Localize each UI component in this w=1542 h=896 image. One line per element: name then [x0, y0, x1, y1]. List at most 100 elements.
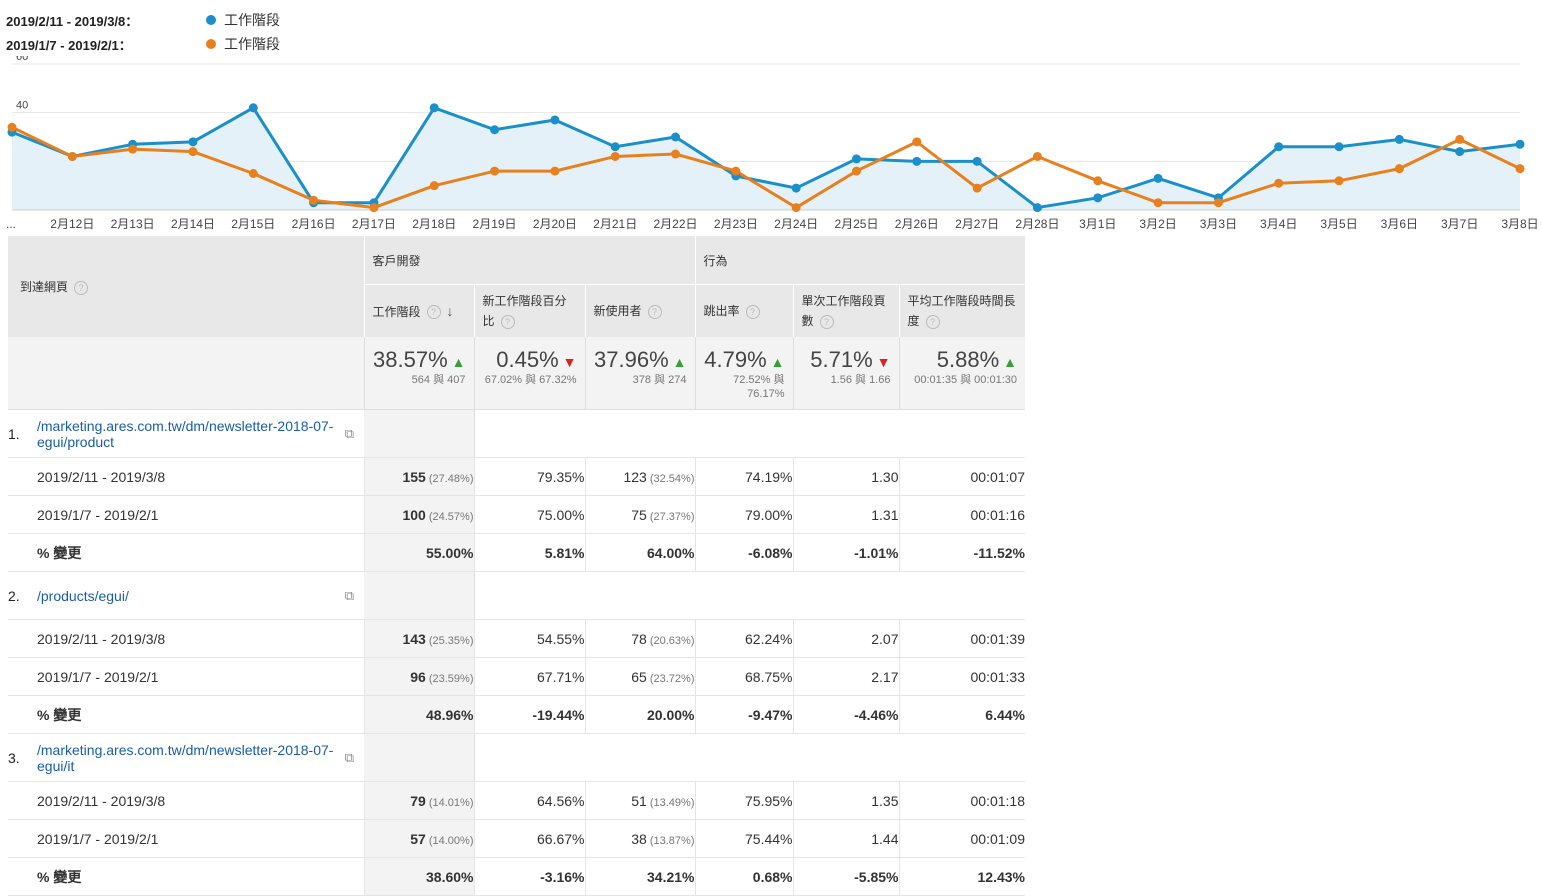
sessions-cell: 143 (25.35%)	[363, 619, 474, 658]
data-point[interactable]	[912, 137, 922, 147]
data-point[interactable]	[671, 132, 681, 142]
data-point[interactable]	[1093, 193, 1103, 203]
data-point[interactable]	[248, 169, 258, 178]
x-tick-label: 2月14日	[171, 217, 215, 231]
sessions-cell-value: 57	[410, 830, 426, 847]
open-page-icon[interactable]: ⧉	[337, 426, 364, 442]
arrow-down-icon: ▼	[876, 354, 891, 370]
column-header-pages-per-session[interactable]: 單次工作階段頁數?	[792, 284, 899, 337]
data-point[interactable]	[7, 122, 17, 132]
sessions-cell: 57 (14.00%)	[363, 819, 474, 858]
new-session-pct-cell: 64.56%	[473, 781, 585, 820]
sessions-cell-percent: (25.35%)	[425, 634, 474, 647]
open-page-icon[interactable]: ⧉	[337, 588, 364, 604]
data-point[interactable]	[1394, 164, 1404, 174]
sessions-line-chart[interactable]: 604020...2月12日2月13日2月14日2月15日2月16日2月17日2…	[0, 56, 1542, 234]
data-point[interactable]	[1274, 142, 1284, 152]
column-header-new-session-pct[interactable]: 新工作階段百分比?	[473, 284, 585, 337]
help-icon[interactable]: ?	[426, 305, 441, 320]
data-point[interactable]	[671, 149, 681, 159]
open-page-icon[interactable]: ⧉	[337, 750, 364, 766]
date-range-label: 2019/2/11 - 2019/3/8	[8, 781, 364, 820]
help-icon[interactable]: ?	[74, 280, 89, 295]
data-point[interactable]	[1394, 134, 1404, 144]
data-point[interactable]	[731, 166, 741, 176]
sessions-cell-percent: (27.48%)	[425, 472, 474, 485]
new-session-pct-cell: -3.16%	[473, 857, 585, 896]
page-cell: 2. /products/egui/⧉	[8, 571, 364, 620]
data-point[interactable]	[1093, 176, 1103, 186]
data-point[interactable]	[309, 195, 319, 205]
data-point[interactable]	[610, 151, 620, 161]
new-users-cell: 34.21%	[584, 857, 695, 896]
data-point[interactable]	[1274, 178, 1284, 188]
new-session-pct-cell: -19.44%	[473, 695, 585, 734]
data-point[interactable]	[851, 166, 861, 176]
data-point[interactable]	[128, 144, 138, 154]
new-session-pct-cell-value: 75.00%	[537, 506, 585, 523]
column-header-bounce-rate[interactable]: 跳出率?	[694, 284, 793, 337]
data-point[interactable]	[791, 183, 801, 193]
data-point[interactable]	[851, 154, 861, 164]
column-header-new-users[interactable]: 新使用者?	[584, 284, 695, 337]
data-point[interactable]	[429, 103, 439, 113]
help-icon[interactable]: ?	[745, 304, 760, 319]
new-users-cell: 64.00%	[584, 533, 695, 572]
help-icon[interactable]: ?	[925, 314, 940, 329]
new-session-pct-cell-value: 67.71%	[537, 668, 585, 685]
data-point[interactable]	[1334, 176, 1344, 186]
new-session-pct-cell-value: 66.67%	[537, 830, 585, 847]
data-point[interactable]	[1032, 203, 1042, 213]
data-point[interactable]	[490, 125, 500, 135]
new-session-pct-cell: 66.67%	[473, 819, 585, 858]
data-point[interactable]	[490, 166, 500, 176]
column-header-avg-duration[interactable]: 平均工作階段時間長度?	[898, 284, 1025, 337]
x-tick-label: 3月8日	[1501, 217, 1538, 231]
sessions-cell: 100 (24.57%)	[363, 495, 474, 534]
landing-page-link[interactable]: /marketing.ares.com.tw/dm/newsletter-201…	[37, 742, 337, 774]
data-point[interactable]	[1455, 147, 1465, 157]
column-header-sessions[interactable]: 工作階段? ↓	[363, 284, 474, 337]
data-point[interactable]	[1032, 151, 1042, 161]
data-point[interactable]	[1455, 134, 1465, 144]
landing-page-link[interactable]: /marketing.ares.com.tw/dm/newsletter-201…	[37, 418, 337, 450]
data-point[interactable]	[550, 115, 560, 125]
data-point[interactable]	[429, 181, 439, 191]
data-point[interactable]	[188, 137, 198, 147]
sort-arrow-down-icon[interactable]: ↓	[447, 303, 454, 319]
page-cell: 3. /marketing.ares.com.tw/dm/newsletter-2…	[8, 733, 364, 782]
date-range-row: 2019/2/11 - 2019/3/8 155 (27.48%) 79.35% 12…	[8, 457, 1025, 496]
data-point[interactable]	[1334, 142, 1344, 152]
data-point[interactable]	[1515, 139, 1525, 149]
date-range-row: 2019/1/7 - 2019/2/1 96 (23.59%) 67.71% 65 (…	[8, 657, 1025, 696]
date-range-row: 2019/2/11 - 2019/3/8 143 (25.35%) 54.55% 78…	[8, 619, 1025, 658]
dimension-header[interactable]: 到達網頁?	[8, 236, 364, 337]
legend-item-current[interactable]: 2019/2/11 - 2019/3/8： 工作階段	[6, 8, 280, 32]
totals-compare: 67.02% 與 67.32%	[484, 374, 577, 386]
change-row: % 變更 38.60% -3.16% 34.21% 0.68% -5.85% 12.43%	[8, 857, 1025, 896]
data-point[interactable]	[972, 156, 982, 166]
chart-legend: 2019/2/11 - 2019/3/8： 工作階段 2019/1/7 - 20…	[6, 8, 280, 56]
x-tick-label: 2月18日	[412, 217, 456, 231]
data-point[interactable]	[912, 156, 922, 166]
data-point[interactable]	[791, 203, 801, 213]
data-point[interactable]	[1153, 173, 1163, 183]
legend-item-previous[interactable]: 2019/1/7 - 2019/2/1： 工作階段	[6, 32, 280, 56]
new-users-cell-value: 123	[623, 468, 647, 485]
data-point[interactable]	[1515, 164, 1525, 174]
data-point[interactable]	[972, 183, 982, 193]
data-point[interactable]	[188, 147, 198, 157]
data-point[interactable]	[1213, 198, 1223, 208]
data-point[interactable]	[610, 142, 620, 152]
help-icon[interactable]: ?	[819, 314, 834, 329]
help-icon[interactable]: ?	[500, 314, 515, 329]
data-point[interactable]	[369, 203, 379, 213]
data-point[interactable]	[67, 151, 77, 161]
data-point[interactable]	[248, 103, 258, 113]
data-point[interactable]	[1153, 198, 1163, 208]
help-icon[interactable]: ?	[647, 304, 662, 319]
new-users-cell: 75 (27.37%)	[584, 495, 695, 534]
x-tick-label: 2月13日	[111, 217, 155, 231]
data-point[interactable]	[550, 166, 560, 176]
landing-page-link[interactable]: /products/egui/	[37, 588, 337, 604]
